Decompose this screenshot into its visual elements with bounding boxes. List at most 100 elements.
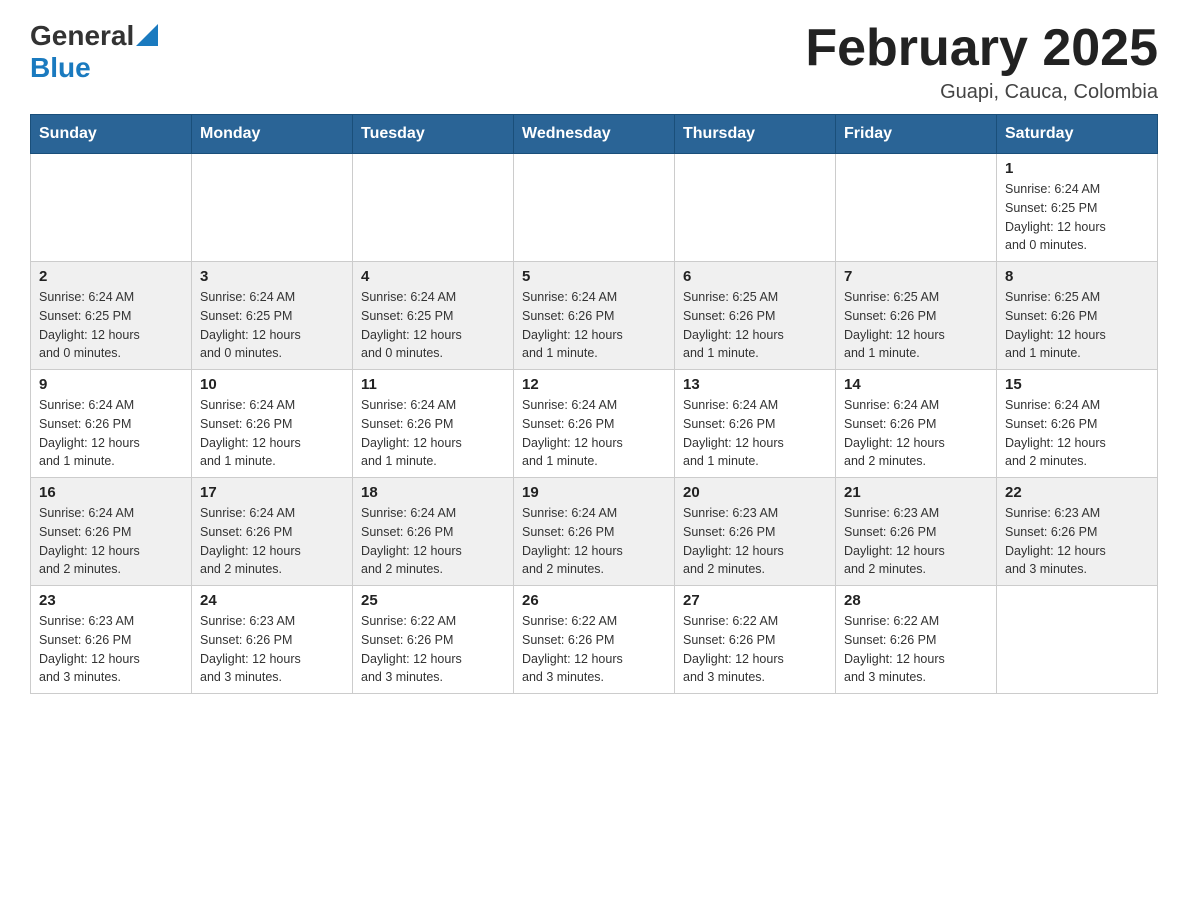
day-number: 12 — [522, 376, 666, 393]
day-info: Sunrise: 6:24 AMSunset: 6:26 PMDaylight:… — [844, 396, 988, 471]
day-number: 16 — [39, 484, 183, 501]
day-number: 22 — [1005, 484, 1149, 501]
day-number: 17 — [200, 484, 344, 501]
logo-triangle-icon — [136, 24, 158, 46]
day-info: Sunrise: 6:24 AMSunset: 6:26 PMDaylight:… — [361, 504, 505, 579]
calendar-header-thursday: Thursday — [675, 115, 836, 154]
calendar-day-cell: 15 Sunrise: 6:24 AMSunset: 6:26 PMDayligh… — [997, 370, 1158, 478]
calendar-day-cell: 14 Sunrise: 6:24 AMSunset: 6:26 PMDayligh… — [836, 370, 997, 478]
day-number: 14 — [844, 376, 988, 393]
calendar-header-saturday: Saturday — [997, 115, 1158, 154]
day-number: 27 — [683, 592, 827, 609]
day-info: Sunrise: 6:22 AMSunset: 6:26 PMDaylight:… — [683, 612, 827, 687]
calendar-day-cell: 16 Sunrise: 6:24 AMSunset: 6:26 PMDayligh… — [31, 478, 192, 586]
calendar-day-cell: 4 Sunrise: 6:24 AMSunset: 6:25 PMDaylight… — [353, 262, 514, 370]
calendar-day-cell: 7 Sunrise: 6:25 AMSunset: 6:26 PMDaylight… — [836, 262, 997, 370]
day-info: Sunrise: 6:24 AMSunset: 6:26 PMDaylight:… — [200, 396, 344, 471]
day-info: Sunrise: 6:24 AMSunset: 6:25 PMDaylight:… — [1005, 180, 1149, 255]
day-info: Sunrise: 6:22 AMSunset: 6:26 PMDaylight:… — [522, 612, 666, 687]
day-number: 13 — [683, 376, 827, 393]
calendar-day-cell: 1 Sunrise: 6:24 AMSunset: 6:25 PMDaylight… — [997, 154, 1158, 262]
logo: General Blue — [30, 20, 158, 84]
day-info: Sunrise: 6:23 AMSunset: 6:26 PMDaylight:… — [39, 612, 183, 687]
page-title: February 2025 — [805, 20, 1158, 77]
day-number: 8 — [1005, 268, 1149, 285]
day-info: Sunrise: 6:25 AMSunset: 6:26 PMDaylight:… — [844, 288, 988, 363]
day-number: 20 — [683, 484, 827, 501]
day-info: Sunrise: 6:22 AMSunset: 6:26 PMDaylight:… — [361, 612, 505, 687]
calendar-day-cell: 23 Sunrise: 6:23 AMSunset: 6:26 PMDayligh… — [31, 586, 192, 694]
day-number: 25 — [361, 592, 505, 609]
day-info: Sunrise: 6:22 AMSunset: 6:26 PMDaylight:… — [844, 612, 988, 687]
day-number: 11 — [361, 376, 505, 393]
calendar-day-cell — [192, 154, 353, 262]
title-area: February 2025 Guapi, Cauca, Colombia — [805, 20, 1158, 104]
calendar-day-cell: 13 Sunrise: 6:24 AMSunset: 6:26 PMDayligh… — [675, 370, 836, 478]
day-number: 6 — [683, 268, 827, 285]
calendar-day-cell — [514, 154, 675, 262]
day-info: Sunrise: 6:25 AMSunset: 6:26 PMDaylight:… — [683, 288, 827, 363]
day-info: Sunrise: 6:24 AMSunset: 6:25 PMDaylight:… — [39, 288, 183, 363]
calendar-header-monday: Monday — [192, 115, 353, 154]
day-number: 9 — [39, 376, 183, 393]
calendar-day-cell: 19 Sunrise: 6:24 AMSunset: 6:26 PMDayligh… — [514, 478, 675, 586]
day-info: Sunrise: 6:24 AMSunset: 6:26 PMDaylight:… — [361, 396, 505, 471]
calendar-header-wednesday: Wednesday — [514, 115, 675, 154]
day-info: Sunrise: 6:24 AMSunset: 6:25 PMDaylight:… — [361, 288, 505, 363]
calendar-day-cell: 5 Sunrise: 6:24 AMSunset: 6:26 PMDaylight… — [514, 262, 675, 370]
day-info: Sunrise: 6:23 AMSunset: 6:26 PMDaylight:… — [200, 612, 344, 687]
calendar-day-cell: 22 Sunrise: 6:23 AMSunset: 6:26 PMDayligh… — [997, 478, 1158, 586]
day-number: 10 — [200, 376, 344, 393]
day-number: 15 — [1005, 376, 1149, 393]
day-info: Sunrise: 6:23 AMSunset: 6:26 PMDaylight:… — [844, 504, 988, 579]
calendar-week-row: 9 Sunrise: 6:24 AMSunset: 6:26 PMDaylight… — [31, 370, 1158, 478]
logo-general: General — [30, 20, 134, 51]
day-number: 5 — [522, 268, 666, 285]
calendar-day-cell: 11 Sunrise: 6:24 AMSunset: 6:26 PMDayligh… — [353, 370, 514, 478]
day-number: 26 — [522, 592, 666, 609]
calendar-week-row: 23 Sunrise: 6:23 AMSunset: 6:26 PMDayligh… — [31, 586, 1158, 694]
day-info: Sunrise: 6:24 AMSunset: 6:26 PMDaylight:… — [522, 504, 666, 579]
day-info: Sunrise: 6:24 AMSunset: 6:26 PMDaylight:… — [522, 396, 666, 471]
day-info: Sunrise: 6:24 AMSunset: 6:25 PMDaylight:… — [200, 288, 344, 363]
calendar-day-cell — [836, 154, 997, 262]
day-number: 1 — [1005, 160, 1149, 177]
logo-blue: Blue — [30, 52, 91, 83]
day-info: Sunrise: 6:24 AMSunset: 6:26 PMDaylight:… — [522, 288, 666, 363]
day-number: 2 — [39, 268, 183, 285]
day-info: Sunrise: 6:24 AMSunset: 6:26 PMDaylight:… — [1005, 396, 1149, 471]
day-info: Sunrise: 6:24 AMSunset: 6:26 PMDaylight:… — [39, 396, 183, 471]
calendar-day-cell: 3Sunrise: 6:24 AMSunset: 6:25 PMDaylight… — [192, 262, 353, 370]
day-number: 7 — [844, 268, 988, 285]
calendar-header-friday: Friday — [836, 115, 997, 154]
calendar-day-cell: 26 Sunrise: 6:22 AMSunset: 6:26 PMDayligh… — [514, 586, 675, 694]
calendar-day-cell — [997, 586, 1158, 694]
calendar-table: SundayMondayTuesdayWednesdayThursdayFrid… — [30, 114, 1158, 694]
calendar-day-cell — [31, 154, 192, 262]
calendar-week-row: 1 Sunrise: 6:24 AMSunset: 6:25 PMDaylight… — [31, 154, 1158, 262]
calendar-day-cell: 17 Sunrise: 6:24 AMSunset: 6:26 PMDayligh… — [192, 478, 353, 586]
day-info: Sunrise: 6:24 AMSunset: 6:26 PMDaylight:… — [200, 504, 344, 579]
calendar-day-cell: 21 Sunrise: 6:23 AMSunset: 6:26 PMDayligh… — [836, 478, 997, 586]
day-info: Sunrise: 6:23 AMSunset: 6:26 PMDaylight:… — [1005, 504, 1149, 579]
page-subtitle: Guapi, Cauca, Colombia — [805, 81, 1158, 104]
calendar-day-cell: 2 Sunrise: 6:24 AMSunset: 6:25 PMDaylight… — [31, 262, 192, 370]
calendar-week-row: 16 Sunrise: 6:24 AMSunset: 6:26 PMDayligh… — [31, 478, 1158, 586]
calendar-header-row: SundayMondayTuesdayWednesdayThursdayFrid… — [31, 115, 1158, 154]
day-info: Sunrise: 6:24 AMSunset: 6:26 PMDaylight:… — [683, 396, 827, 471]
calendar-day-cell: 18 Sunrise: 6:24 AMSunset: 6:26 PMDayligh… — [353, 478, 514, 586]
day-info: Sunrise: 6:24 AMSunset: 6:26 PMDaylight:… — [39, 504, 183, 579]
calendar-day-cell — [675, 154, 836, 262]
calendar-day-cell: 6 Sunrise: 6:25 AMSunset: 6:26 PMDaylight… — [675, 262, 836, 370]
day-number: 23 — [39, 592, 183, 609]
day-number: 28 — [844, 592, 988, 609]
calendar-day-cell: 8Sunrise: 6:25 AMSunset: 6:26 PMDaylight… — [997, 262, 1158, 370]
day-number: 21 — [844, 484, 988, 501]
calendar-day-cell: 12 Sunrise: 6:24 AMSunset: 6:26 PMDayligh… — [514, 370, 675, 478]
day-number: 18 — [361, 484, 505, 501]
calendar-day-cell: 25 Sunrise: 6:22 AMSunset: 6:26 PMDayligh… — [353, 586, 514, 694]
day-number: 19 — [522, 484, 666, 501]
day-info: Sunrise: 6:23 AMSunset: 6:26 PMDaylight:… — [683, 504, 827, 579]
day-number: 4 — [361, 268, 505, 285]
day-number: 24 — [200, 592, 344, 609]
